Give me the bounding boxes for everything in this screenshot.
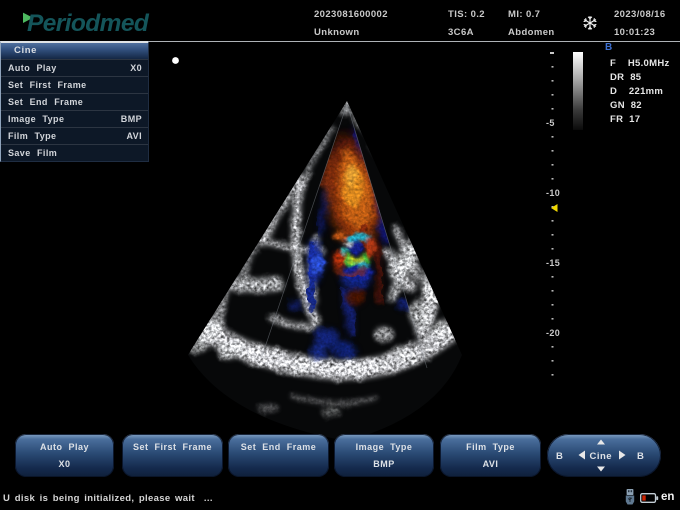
svg-text:B: B: [637, 451, 644, 462]
svg-text:B: B: [556, 451, 563, 462]
svg-text:Cine: Cine: [590, 451, 613, 462]
